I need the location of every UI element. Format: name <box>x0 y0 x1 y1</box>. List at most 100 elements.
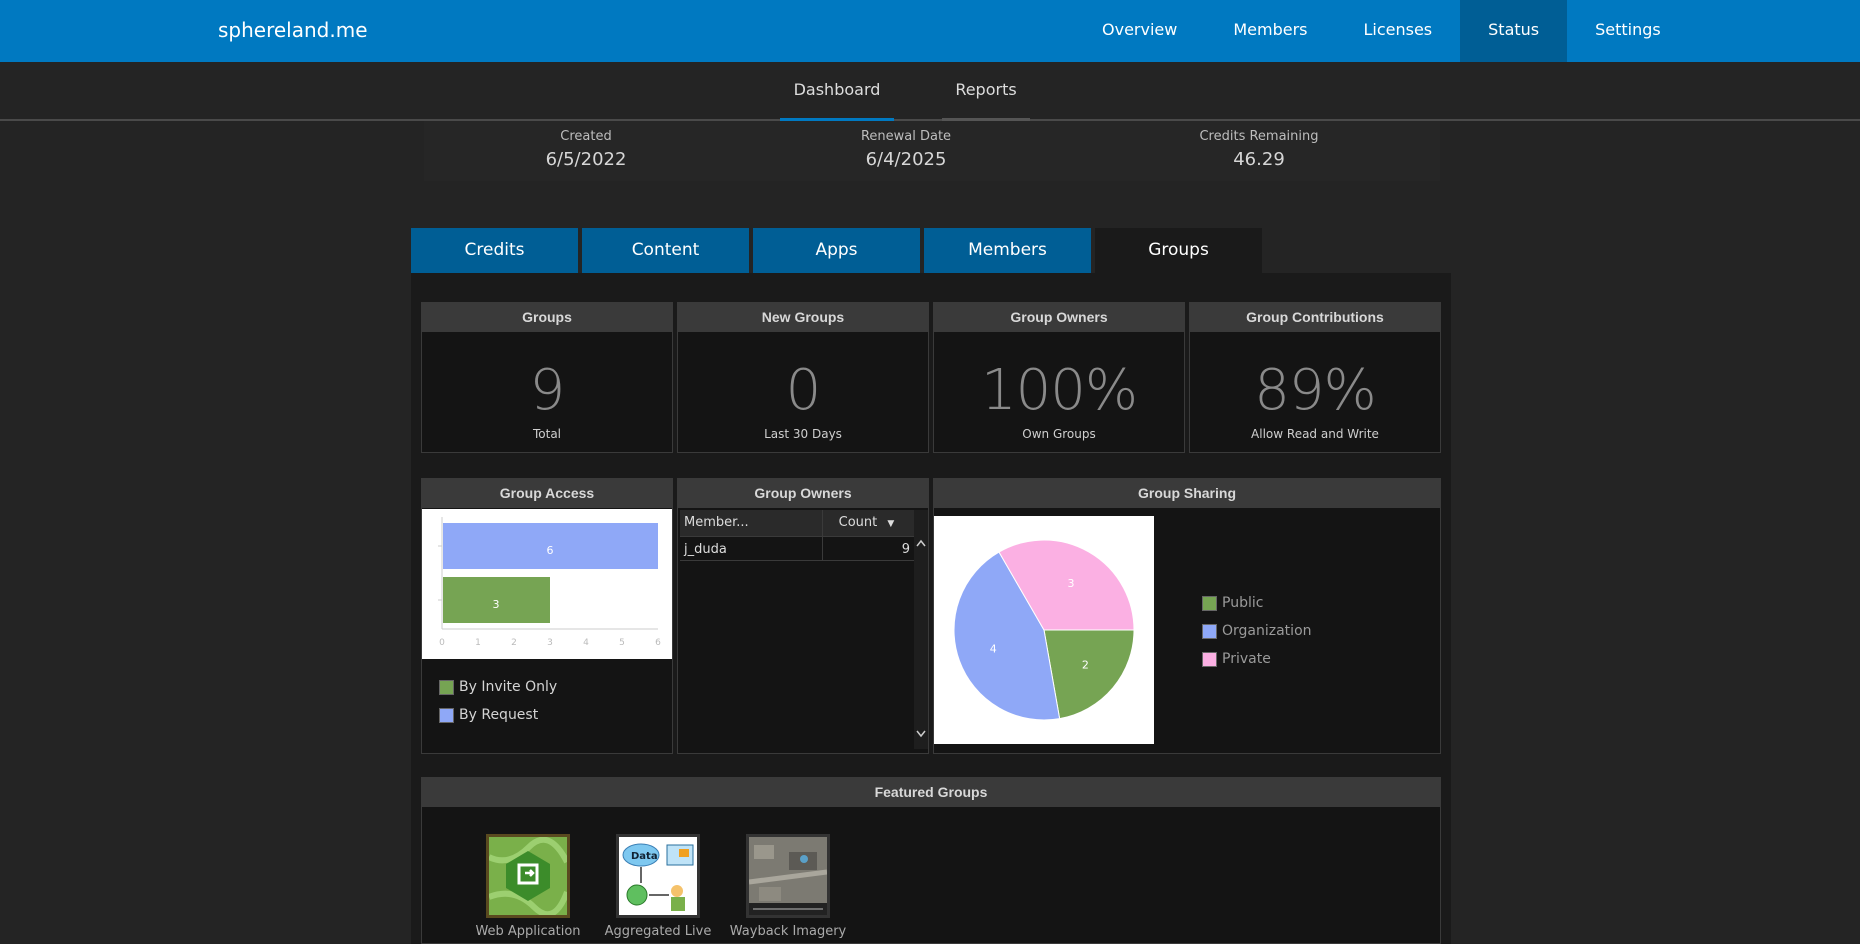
kpi-groups-sub: Total <box>532 427 562 441</box>
top-nav: Overview Members Licenses Status Setting… <box>1074 0 1689 62</box>
wayback-imagery-thumbnail[interactable] <box>746 834 830 918</box>
legend-label-private: Private <box>1222 651 1271 667</box>
bar-chart-x-tick-label: 0 <box>439 638 445 648</box>
kpi-new-groups-sub: Last 30 Days <box>764 427 842 441</box>
satellite-imagery-icon <box>749 837 827 915</box>
web-application-thumbnail[interactable] <box>486 834 570 918</box>
group-access-card: Group Access 0 1 2 3 4 5 6 6 3 By Invite Only By… <box>421 478 673 754</box>
pie-data-label: 4 <box>990 642 997 655</box>
kpi-new-groups-value: 0 <box>785 358 822 423</box>
wayback-imagery-caption[interactable]: Wayback Imagery <box>723 924 853 939</box>
legend-item-organization[interactable]: Organization <box>1202 617 1312 645</box>
brand-title[interactable]: sphereland.me <box>218 18 368 42</box>
stat-created: Created 6/5/2022 <box>512 129 660 170</box>
kpi-group-contributions: Group Contributions 89% Allow Read and W… <box>1189 302 1441 453</box>
grid-header: Member... Count ▼ <box>680 510 914 537</box>
sub-nav: Dashboard Reports <box>0 62 1860 121</box>
aggregated-live-thumbnail[interactable]: Data <box>616 834 700 918</box>
legend-swatch-invite <box>439 679 454 695</box>
kpi-new-groups-title: New Groups <box>678 303 928 332</box>
legend-item-invite[interactable]: By Invite Only <box>439 673 557 701</box>
bar-chart-x-tick-label: 3 <box>547 638 553 648</box>
stat-renewal-value: 6/4/2025 <box>865 149 947 170</box>
bar-chart-data-label: 3 <box>493 598 500 611</box>
group-owners-title: Group Owners <box>678 479 928 508</box>
stat-created-value: 6/5/2022 <box>545 149 627 170</box>
tab-groups[interactable]: Groups <box>1095 228 1262 273</box>
subtab-dashboard[interactable]: Dashboard <box>780 62 894 121</box>
legend-item-request[interactable]: By Request <box>439 701 557 729</box>
legend-label-public: Public <box>1222 595 1264 611</box>
tab-members[interactable]: Members <box>924 228 1091 273</box>
group-sharing-card: Group Sharing 2 4 3 Public Organization Pr… <box>933 478 1441 754</box>
bar-chart-x-tick-label: 5 <box>619 638 625 648</box>
kpi-group-contributions-value: 89% <box>1254 358 1376 423</box>
aggregated-live-caption[interactable]: Aggregated Live <box>593 924 723 939</box>
subscription-stats: Created 6/5/2022 Renewal Date 6/4/2025 C… <box>424 121 1440 181</box>
tab-credits[interactable]: Credits <box>411 228 578 273</box>
scroll-up-icon <box>916 539 926 547</box>
data-flow-icon: Data <box>619 837 697 915</box>
featured-group-web-application[interactable]: Web Application <box>463 834 593 939</box>
tab-content[interactable]: Content <box>582 228 749 273</box>
nav-members[interactable]: Members <box>1205 0 1335 62</box>
bar-chart-data-label: 6 <box>547 544 554 557</box>
column-header-count-label: Count <box>838 515 878 530</box>
top-bar: sphereland.me Overview Members Licenses … <box>0 0 1860 62</box>
legend-swatch-public <box>1202 595 1217 611</box>
stat-renewal: Renewal Date 6/4/2025 <box>832 129 980 170</box>
grid-scrollbar[interactable] <box>914 510 928 749</box>
kpi-groups-title: Groups <box>422 303 672 332</box>
legend-swatch-private <box>1202 651 1217 667</box>
subtab-reports[interactable]: Reports <box>942 62 1030 121</box>
nav-licenses[interactable]: Licenses <box>1335 0 1460 62</box>
stat-created-label: Created <box>560 129 612 144</box>
kpi-group-owners-value: 100% <box>980 358 1138 423</box>
legend-label-organization: Organization <box>1222 623 1312 639</box>
group-owners-grid: Member... Count ▼ j_duda 9 <box>680 510 914 561</box>
kpi-group-owners-sub: Own Groups <box>1022 427 1096 441</box>
featured-group-aggregated-live[interactable]: Data Aggregated Live <box>593 834 723 939</box>
tab-apps[interactable]: Apps <box>753 228 920 273</box>
cell-member: j_duda <box>680 537 823 560</box>
group-owners-card: Group Owners Member... Count ▼ j_duda 9 <box>677 478 929 754</box>
kpi-group-contributions-title: Group Contributions <box>1190 303 1440 332</box>
featured-groups-card: Featured Groups Web Application Data Agg… <box>421 777 1441 944</box>
web-app-icon <box>489 837 567 915</box>
group-access-title: Group Access <box>422 479 672 508</box>
web-application-caption[interactable]: Web Application <box>463 924 593 939</box>
legend-item-private[interactable]: Private <box>1202 645 1312 673</box>
legend-item-public[interactable]: Public <box>1202 589 1312 617</box>
bar-chart-x-tick-label: 2 <box>511 638 517 648</box>
nav-status[interactable]: Status <box>1460 0 1568 62</box>
stat-renewal-label: Renewal Date <box>860 129 952 144</box>
kpi-groups-value: 9 <box>529 358 566 423</box>
featured-group-wayback-imagery[interactable]: Wayback Imagery <box>723 834 853 939</box>
column-header-member[interactable]: Member... <box>680 510 823 536</box>
column-header-count[interactable]: Count ▼ <box>823 510 914 536</box>
group-access-bar-chart: 0 1 2 3 4 5 6 6 3 <box>422 509 672 659</box>
legend-label-invite: By Invite Only <box>459 679 558 695</box>
nav-settings[interactable]: Settings <box>1567 0 1689 62</box>
stat-credits: Credits Remaining 46.29 <box>1178 129 1340 170</box>
bar-chart-x-tick-label: 6 <box>655 638 661 648</box>
stat-credits-label: Credits Remaining <box>1199 129 1319 144</box>
group-sharing-legend: Public Organization Private <box>1202 589 1312 673</box>
kpi-groups: Groups 9 Total <box>421 302 673 453</box>
pie-data-label: 2 <box>1082 659 1089 672</box>
scrollbar-arrows <box>916 539 926 738</box>
kpi-group-owners: Group Owners 100% Own Groups <box>933 302 1185 453</box>
group-sharing-title: Group Sharing <box>934 479 1440 508</box>
table-row[interactable]: j_duda 9 <box>680 537 914 561</box>
kpi-group-owners-title: Group Owners <box>934 303 1184 332</box>
bar-chart-x-tick-label: 4 <box>583 638 589 648</box>
stat-credits-value: 46.29 <box>1233 149 1285 170</box>
group-access-legend: By Invite Only By Request <box>439 673 557 729</box>
nav-overview[interactable]: Overview <box>1074 0 1205 62</box>
legend-swatch-request <box>439 707 454 723</box>
bar-chart-x-tick-label: 1 <box>475 638 481 648</box>
kpi-new-groups: New Groups 0 Last 30 Days <box>677 302 929 453</box>
scroll-down-icon <box>916 730 926 738</box>
legend-swatch-organization <box>1202 623 1217 639</box>
legend-label-request: By Request <box>459 707 539 723</box>
